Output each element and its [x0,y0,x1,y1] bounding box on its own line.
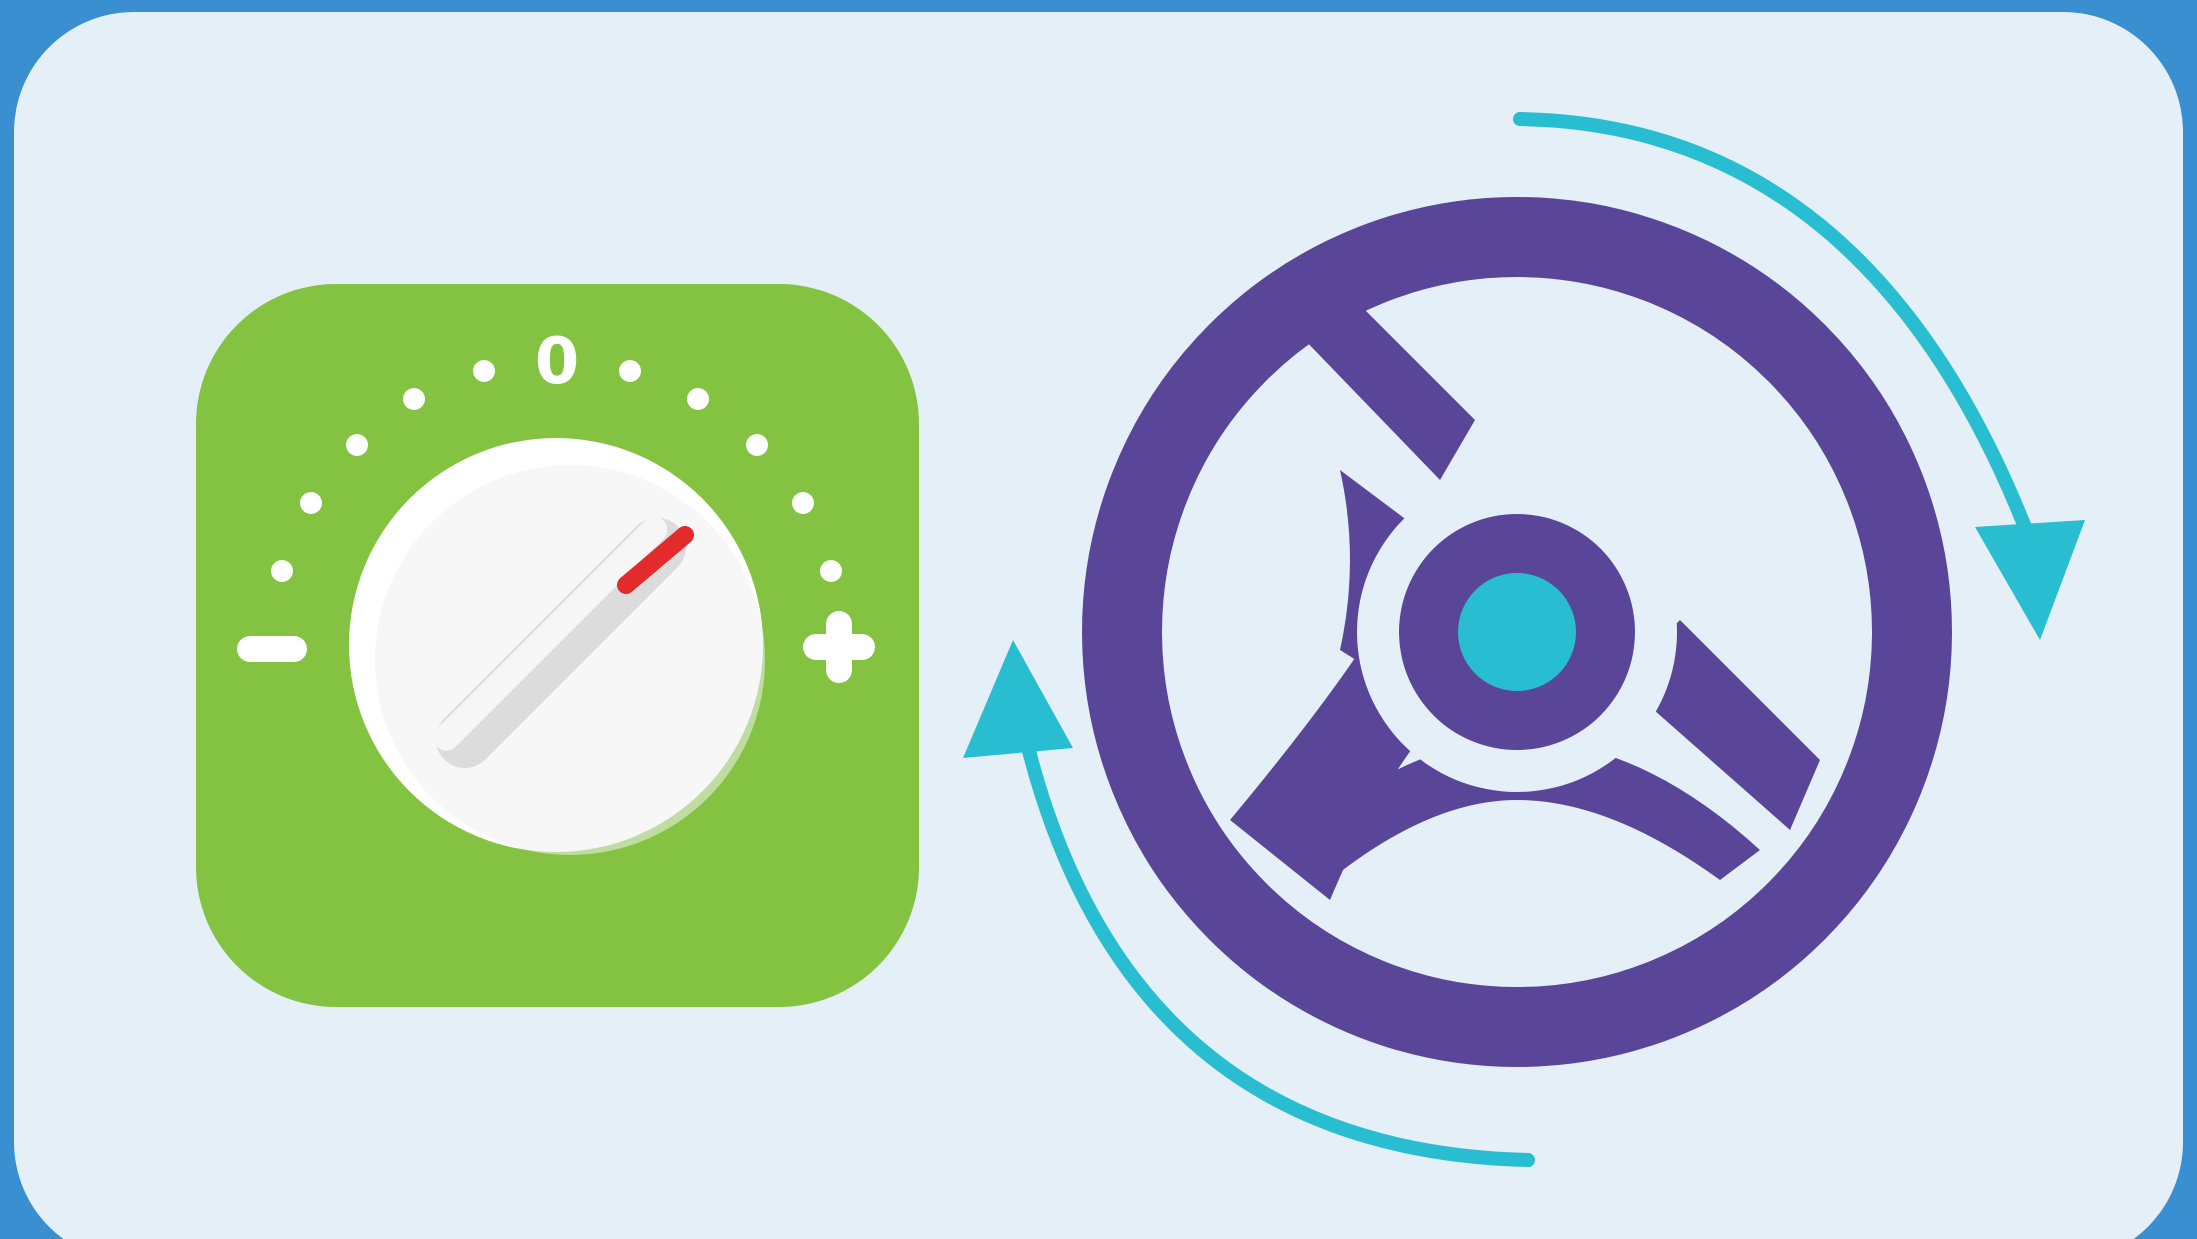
scale-dot [346,434,368,456]
scale-dot [473,360,495,382]
minus-icon [237,636,307,662]
scale-dot [820,560,842,582]
scale-dot [746,434,768,456]
wheel-hub-center [1458,573,1576,691]
knob-zero-label: 0 [535,325,580,399]
scale-dot [271,560,293,582]
scale-dot [300,492,322,514]
scale-dot [619,360,641,382]
control-knob-icon: 0 [196,284,919,1007]
scale-dot [687,388,709,410]
knob-dial [349,438,765,855]
scale-dot [403,388,425,410]
illustration-canvas: 0 [0,0,2197,1239]
scale-dot [792,492,814,514]
